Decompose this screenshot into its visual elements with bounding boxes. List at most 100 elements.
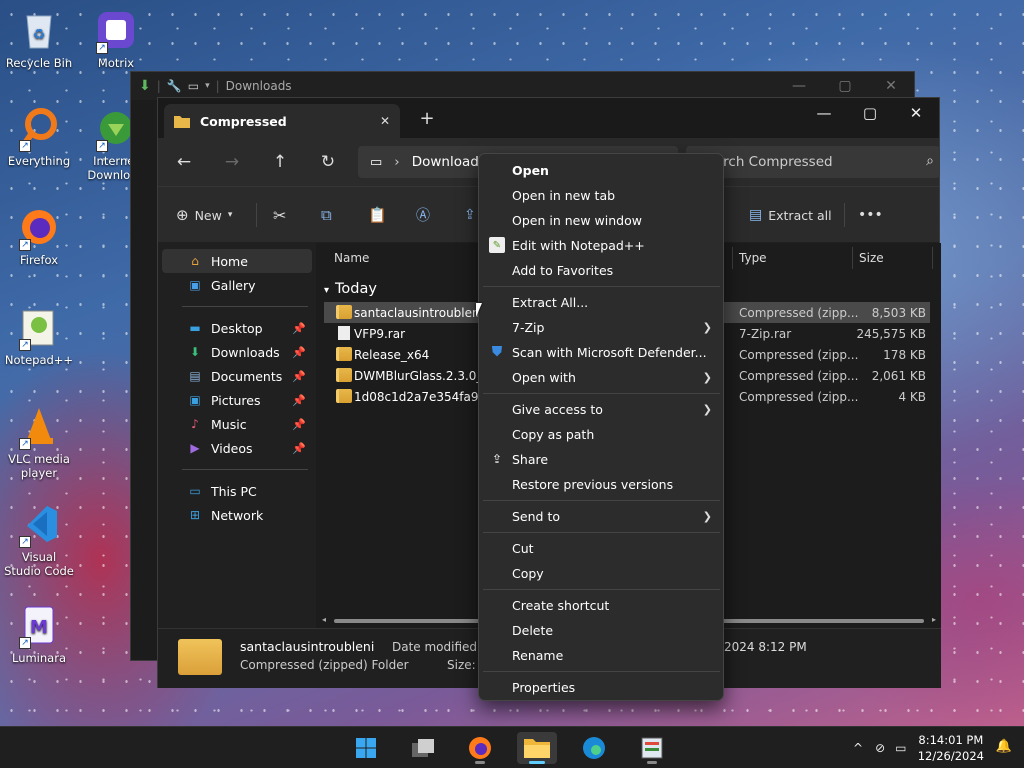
menu-item-7-zip[interactable]: 7-Zip ❯ xyxy=(483,315,720,339)
pin-icon[interactable]: 📌 xyxy=(292,418,306,431)
folder-settings-icon[interactable]: ▭ xyxy=(188,79,199,93)
paste-icon[interactable]: 📋 xyxy=(368,201,387,229)
menu-item-extract-all[interactable]: Extract All... xyxy=(483,290,720,314)
new-tab-button[interactable]: + xyxy=(416,108,438,130)
videos-icon: ▶ xyxy=(190,441,200,455)
menu-item-add-to-favorites[interactable]: Add to Favorites xyxy=(483,258,720,282)
menu-item-open-in-new-window[interactable]: Open in new window xyxy=(483,208,720,232)
breadcrumb-downloads[interactable]: Downloads xyxy=(412,154,486,170)
more-options-button[interactable]: ••• xyxy=(858,201,883,229)
copy-icon[interactable]: ⧉ xyxy=(321,201,332,229)
menu-item-copy[interactable]: Copy xyxy=(483,561,720,585)
menu-item-rename[interactable]: Rename xyxy=(483,643,720,667)
back-maximize-button[interactable]: ▢ xyxy=(822,72,868,100)
desktop-icon-luminara[interactable]: M ↗ Luminara xyxy=(3,603,75,665)
new-button[interactable]: ⊕ New ▾ xyxy=(176,201,232,229)
show-hidden-icons-button[interactable]: ^ xyxy=(853,741,863,755)
menu-item-copy-as-path[interactable]: Copy as path xyxy=(483,422,720,446)
search-icon[interactable]: ⌕ xyxy=(926,153,934,169)
sidebar-item-pictures[interactable]: ▣ Pictures 📌 xyxy=(162,388,312,412)
taskbar-file-explorer[interactable] xyxy=(517,732,557,764)
desktop-icon-notepad-plus-plus[interactable]: ↗ Notepad++ xyxy=(3,305,75,367)
share-icon[interactable]: ⇪ xyxy=(464,201,476,229)
desktop-icon-motrix[interactable]: ↗ Motrix xyxy=(80,8,152,70)
sidebar-item-music[interactable]: ♪ Music 📌 xyxy=(162,412,312,436)
menu-item-share[interactable]: ⇪ Share xyxy=(483,447,720,471)
display-icon[interactable]: ▭ xyxy=(895,741,906,755)
column-type[interactable]: Type xyxy=(739,251,767,265)
search-box[interactable]: Search Compressed ⌕ xyxy=(686,146,940,178)
pin-icon[interactable]: 📌 xyxy=(292,394,306,407)
minimize-button[interactable]: — xyxy=(801,98,847,128)
network-status-icon[interactable]: ⊘ xyxy=(875,741,885,755)
menu-item-cut[interactable]: Cut xyxy=(483,536,720,560)
zip-folder-icon xyxy=(336,305,352,319)
scroll-right-icon[interactable]: ▸ xyxy=(932,615,936,624)
sidebar-item-documents[interactable]: ▤ Documents 📌 xyxy=(162,364,312,388)
sidebar-item-gallery[interactable]: ▣ Gallery xyxy=(162,273,312,297)
mouse-cursor xyxy=(476,303,482,317)
sidebar-item-downloads[interactable]: ⬇ Downloads 📌 xyxy=(162,340,312,364)
refresh-icon[interactable]: ↻ xyxy=(304,142,352,182)
desktop-icon-vlc[interactable]: ↗ VLC media player xyxy=(3,404,75,480)
chevron-down-icon[interactable]: ▾ xyxy=(205,81,210,91)
back-minimize-button[interactable]: — xyxy=(776,72,822,100)
pin-icon[interactable]: 📌 xyxy=(292,322,306,335)
taskbar-app[interactable] xyxy=(632,732,672,764)
context-menu[interactable]: Open Open in new tab Open in new window … xyxy=(478,153,724,701)
scroll-left-icon[interactable]: ◂ xyxy=(322,615,326,624)
menu-item-open-with[interactable]: Open with ❯ xyxy=(483,365,720,389)
breadcrumb-separator: › xyxy=(394,154,400,170)
extract-all-button[interactable]: ▤ Extract all xyxy=(749,201,832,229)
desktop-icon-vscode[interactable]: ↗ Visual Studio Code xyxy=(3,502,75,578)
wrench-icon[interactable]: 🔧 xyxy=(167,79,182,93)
up-arrow-icon[interactable]: ↑ xyxy=(256,142,304,182)
pin-icon[interactable]: 📌 xyxy=(292,346,306,359)
column-size[interactable]: Size xyxy=(859,251,884,265)
svg-text:♻: ♻ xyxy=(33,27,46,43)
sidebar-item-videos[interactable]: ▶ Videos 📌 xyxy=(162,436,312,460)
menu-item-open[interactable]: Open xyxy=(483,158,720,182)
column-name[interactable]: Name xyxy=(334,251,369,265)
sidebar-item-network[interactable]: ⊞ Network xyxy=(162,503,312,527)
taskbar-firefox[interactable] xyxy=(460,732,500,764)
task-view-button[interactable] xyxy=(403,732,443,764)
taskbar-edge[interactable] xyxy=(574,732,614,764)
close-tab-icon[interactable]: ✕ xyxy=(380,114,390,128)
clock[interactable]: 8:14:01 PM 12/26/2024 xyxy=(918,732,984,764)
menu-item-send-to[interactable]: Send to ❯ xyxy=(483,504,720,528)
menu-item-create-shortcut[interactable]: Create shortcut xyxy=(483,593,720,617)
back-close-button[interactable]: ✕ xyxy=(868,72,914,100)
desktop-icon-everything[interactable]: ↗ Everything xyxy=(3,106,75,168)
menu-item-restore-previous-versions[interactable]: Restore previous versions xyxy=(483,472,720,496)
desktop-icon-recycle-bin[interactable]: ♻ Recycle Bin xyxy=(3,8,75,70)
start-button[interactable] xyxy=(346,732,386,764)
menu-item-delete[interactable]: Delete xyxy=(483,618,720,642)
sidebar-item-home[interactable]: ⌂ Home xyxy=(162,249,312,273)
menu-item-scan-with-defender[interactable]: ⛊ Scan with Microsoft Defender... xyxy=(483,340,720,364)
notifications-bell-icon[interactable]: 🔔 xyxy=(996,739,1012,754)
pin-icon[interactable]: 📌 xyxy=(292,370,306,383)
documents-icon: ▤ xyxy=(189,369,201,383)
menu-item-edit-with-notepad-plus-plus[interactable]: ✎ Edit with Notepad++ xyxy=(483,233,720,257)
network-icon: ⊞ xyxy=(189,508,201,522)
tab-compressed[interactable]: Compressed ✕ xyxy=(164,104,400,138)
pin-icon[interactable]: 📌 xyxy=(292,442,306,455)
windows-logo-icon xyxy=(356,738,376,758)
back-arrow-icon[interactable]: ← xyxy=(160,142,208,182)
menu-item-properties[interactable]: Properties xyxy=(483,675,720,699)
cut-icon[interactable]: ✂ xyxy=(273,201,286,229)
forward-arrow-icon[interactable]: → xyxy=(208,142,256,182)
sidebar-item-desktop[interactable]: ▬ Desktop 📌 xyxy=(162,316,312,340)
recycle-bin-icon: ♻ xyxy=(17,8,61,52)
menu-item-give-access-to[interactable]: Give access to ❯ xyxy=(483,397,720,421)
maximize-button[interactable]: ▢ xyxy=(847,98,893,128)
desktop-icon-firefox[interactable]: ↗ Firefox xyxy=(3,205,75,267)
group-header-today[interactable]: ▾ Today xyxy=(324,281,377,297)
rename-icon[interactable]: Ⓐ xyxy=(416,201,430,229)
tab-bar: Compressed ✕ + — ▢ ✕ xyxy=(158,98,939,138)
sidebar-item-this-pc[interactable]: ▭ This PC xyxy=(162,479,312,503)
close-button[interactable]: ✕ xyxy=(893,98,939,128)
chevron-right-icon: ❯ xyxy=(702,402,712,416)
menu-item-open-in-new-tab[interactable]: Open in new tab xyxy=(483,183,720,207)
